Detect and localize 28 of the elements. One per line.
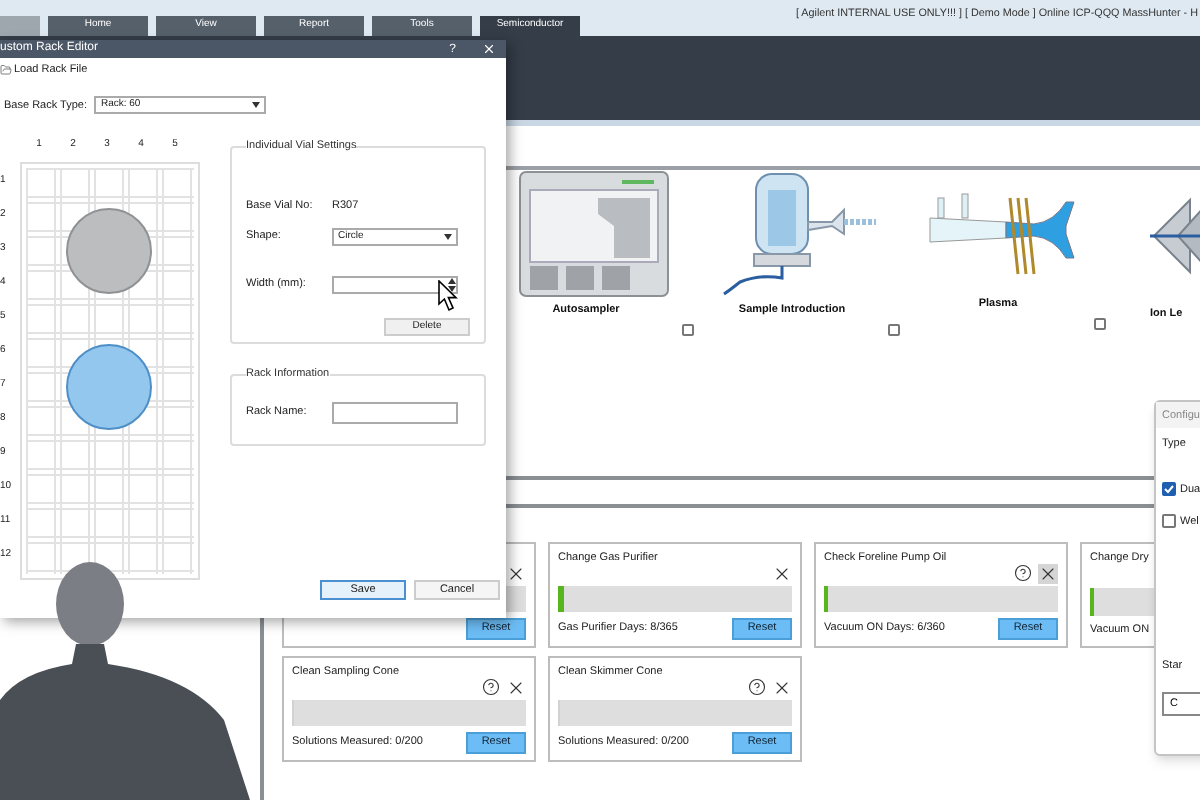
folder-icon	[0, 64, 12, 77]
rack-name-field[interactable]	[332, 401, 458, 423]
close-button[interactable]	[1038, 563, 1058, 584]
close-button[interactable]	[772, 563, 792, 584]
close-button[interactable]	[506, 563, 526, 584]
close-icon	[482, 42, 496, 56]
checkbox[interactable]	[1162, 514, 1176, 529]
close-icon	[772, 563, 792, 584]
checkmark-icon	[1164, 484, 1174, 495]
close-icon	[1038, 563, 1058, 584]
close-button[interactable]	[482, 42, 496, 56]
checkbox[interactable]	[1162, 482, 1176, 497]
help-icon[interactable]	[482, 678, 500, 697]
close-icon	[506, 677, 526, 698]
close-icon	[772, 677, 792, 698]
rack-grid[interactable]	[20, 161, 200, 580]
cursor-icon	[438, 280, 458, 312]
caret-icon	[444, 233, 452, 240]
help-icon[interactable]	[1014, 564, 1032, 583]
close-button[interactable]	[506, 677, 526, 698]
close-button[interactable]	[772, 677, 792, 698]
checkbox[interactable]	[1094, 318, 1106, 330]
help-icon[interactable]	[748, 678, 766, 697]
checkbox[interactable]	[888, 324, 900, 336]
spinner-icon	[448, 277, 456, 292]
checkbox[interactable]	[682, 324, 694, 336]
caret-icon	[252, 102, 261, 109]
close-icon	[506, 563, 526, 584]
